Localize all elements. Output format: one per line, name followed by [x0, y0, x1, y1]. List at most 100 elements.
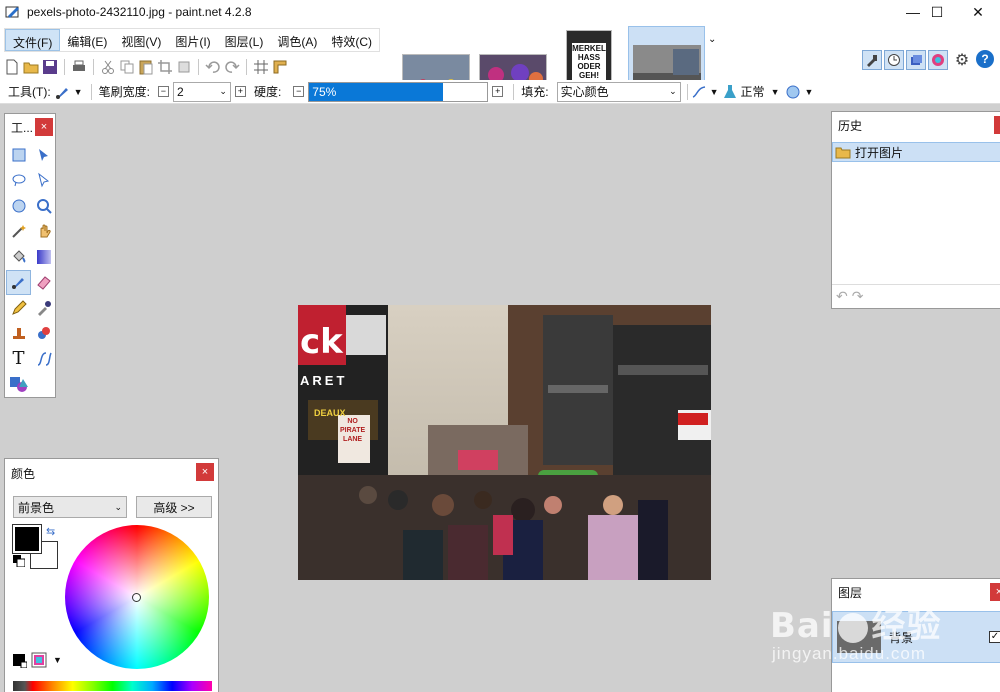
magic-wand-icon[interactable] — [6, 219, 31, 245]
palette-swatches-icon[interactable] — [31, 652, 47, 671]
redo-icon[interactable] — [224, 59, 240, 75]
advanced-colors-button[interactable]: 高级 >> — [136, 496, 212, 518]
history-panel-close-button[interactable]: × — [994, 116, 1000, 134]
lasso-select-icon[interactable] — [6, 168, 31, 194]
palette-strip[interactable] — [13, 681, 212, 691]
color-mode-value: 前景色 — [18, 500, 55, 515]
pan-hand-icon[interactable] — [31, 219, 56, 245]
move-selected-icon[interactable] — [31, 142, 56, 168]
canvas-sign-aret: ARET — [300, 373, 348, 388]
layers-window-toggle-icon[interactable] — [906, 50, 926, 70]
text-tool-icon[interactable]: T — [6, 346, 31, 372]
reset-colors-icon[interactable] — [13, 555, 26, 570]
open-folder-icon — [835, 144, 851, 160]
primary-color-swatch[interactable] — [12, 524, 42, 554]
menu-adjustments[interactable]: 调色(A) — [270, 29, 324, 51]
brush-width-decrease-button[interactable]: − — [157, 86, 169, 97]
window-title: pexels-photo-2432110.jpg - paint.net 4.2… — [27, 5, 252, 19]
copy-icon[interactable] — [119, 59, 135, 75]
colors-panel-close-button[interactable]: × — [196, 463, 214, 481]
tool-label: 工具(T): — [8, 85, 51, 99]
antialiasing-icon[interactable] — [691, 84, 707, 100]
image-canvas[interactable]: ck ARET DEAUX NO PIRATE LANE — [298, 305, 711, 580]
cut-icon[interactable] — [100, 59, 116, 75]
thumbnails-dropdown-icon[interactable]: ⌄ — [708, 34, 716, 45]
palette-black-icon[interactable] — [13, 654, 28, 671]
rectangle-select-icon[interactable] — [6, 142, 31, 168]
chevron-down-icon: ⌄ — [669, 86, 677, 96]
menu-view[interactable]: 视图(V) — [114, 29, 168, 51]
settings-gear-icon[interactable]: ⚙ — [950, 50, 974, 70]
line-curve-icon[interactable] — [31, 346, 56, 372]
menu-layers[interactable]: 图层(L) — [218, 29, 271, 51]
close-button[interactable]: ✕ — [955, 0, 1000, 24]
move-selection-icon[interactable] — [31, 168, 56, 194]
maximize-button[interactable]: ☐ — [914, 0, 960, 24]
undo-icon[interactable] — [205, 59, 221, 75]
alpha-blending-dropdown-icon[interactable]: ▼ — [804, 87, 813, 97]
paste-icon[interactable] — [138, 59, 154, 75]
blend-mode-dropdown-icon[interactable]: ▼ — [771, 87, 780, 97]
crop-icon[interactable] — [157, 59, 173, 75]
blend-mode-value[interactable]: 正常 — [741, 83, 765, 100]
new-file-icon[interactable] — [4, 59, 20, 75]
colors-window-toggle-icon[interactable] — [928, 50, 948, 70]
menu-image[interactable]: 图片(I) — [168, 29, 217, 51]
chevron-down-icon: ⌄ — [219, 86, 227, 96]
layer-visibility-checkbox[interactable]: ✓ — [989, 631, 1000, 643]
history-undo-icon[interactable]: ↶ — [836, 288, 848, 305]
zoom-icon[interactable] — [31, 193, 56, 219]
shapes-icon[interactable] — [6, 372, 31, 398]
gradient-icon[interactable] — [31, 244, 56, 270]
fill-mode-select[interactable]: 实心颜色 ⌄ — [556, 81, 681, 102]
open-folder-icon[interactable] — [23, 59, 39, 75]
hardness-slider[interactable]: 75% — [308, 81, 489, 102]
history-panel-title: 历史 — [838, 118, 863, 133]
eraser-icon[interactable] — [31, 270, 56, 296]
menu-effects[interactable]: 特效(C) — [324, 29, 379, 51]
grid-icon[interactable] — [253, 59, 269, 75]
recolor-icon[interactable] — [31, 321, 56, 347]
history-panel: 历史 × 打开图片 ↶ ↷ — [831, 111, 1000, 309]
print-icon[interactable] — [71, 59, 87, 75]
paintbrush-icon[interactable] — [6, 269, 31, 295]
tools-panel-close-button[interactable]: × — [35, 118, 53, 136]
menu-file[interactable]: 文件(F) — [5, 29, 61, 51]
brush-width-input[interactable]: 2 ⌄ — [172, 81, 231, 102]
history-window-toggle-icon[interactable] — [884, 50, 904, 70]
menu-edit[interactable]: 编辑(E) — [60, 29, 114, 51]
toolbar-divider — [64, 59, 65, 75]
clone-stamp-icon[interactable] — [6, 321, 31, 347]
hardness-decrease-button[interactable]: − — [293, 86, 305, 97]
ellipse-select-icon[interactable] — [6, 193, 31, 219]
hardness-increase-button[interactable]: + — [492, 86, 504, 97]
color-mode-select[interactable]: 前景色 ⌄ — [13, 496, 127, 518]
tools-window-toggle-icon[interactable] — [862, 50, 882, 70]
brush-width-increase-button[interactable]: + — [234, 86, 246, 97]
ruler-icon[interactable] — [272, 59, 288, 75]
color-picker-icon[interactable] — [31, 295, 56, 321]
history-redo-icon[interactable]: ↷ — [852, 288, 864, 305]
paintbrush-tool-icon[interactable] — [55, 84, 71, 100]
watermark-url: jingyan.baidu.com — [772, 644, 927, 663]
color-wheel[interactable] — [65, 525, 209, 669]
history-item[interactable]: 打开图片 — [832, 142, 1000, 162]
history-footer: ↶ ↷ — [832, 284, 1000, 308]
color-wheel-cursor[interactable] — [132, 593, 141, 602]
tool-dropdown-icon[interactable]: ▼ — [74, 87, 83, 97]
antialiasing-dropdown-icon[interactable]: ▼ — [710, 87, 719, 97]
pencil-icon[interactable] — [6, 295, 31, 321]
help-icon[interactable]: ? — [976, 50, 994, 68]
swap-colors-icon[interactable]: ⇆ — [46, 525, 55, 538]
canvas-sign-brand: ck — [300, 322, 343, 362]
alpha-blending-icon[interactable] — [785, 84, 801, 100]
deselect-icon[interactable] — [176, 59, 192, 75]
palette-dropdown-icon[interactable]: ▼ — [53, 655, 62, 665]
paint-bucket-icon[interactable] — [6, 244, 31, 270]
fill-label: 填充: — [521, 85, 549, 99]
menu-row: 文件(F) 编辑(E) 视图(V) 图片(I) 图层(L) 调色(A) 特效(C… — [0, 24, 1000, 102]
save-icon[interactable] — [42, 59, 58, 75]
blend-mode-flask-icon[interactable] — [722, 84, 738, 100]
layers-panel-close-button[interactable]: × — [990, 583, 1000, 601]
options-divider — [686, 83, 688, 100]
